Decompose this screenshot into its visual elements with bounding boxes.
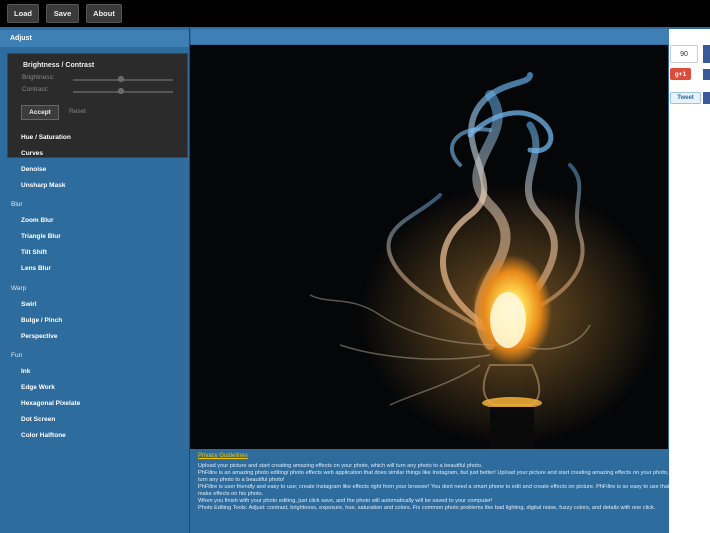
menu-item-denoise[interactable]: Denoise <box>21 166 46 173</box>
category-warp: Warp <box>11 285 27 292</box>
share-column: 90 g+1 Tweet <box>669 29 710 533</box>
menu-item-dot-screen[interactable]: Dot Screen <box>21 416 55 423</box>
menu-item-unsharp-mask[interactable]: Unsharp Mask <box>21 182 65 189</box>
smoke-flame-photo <box>190 45 668 449</box>
brightness-slider-handle[interactable] <box>118 76 124 82</box>
description-paragraph: Photo Editing Tools: Adjust: contrast, b… <box>198 505 656 511</box>
menu-item-hexagonal-pixelate[interactable]: Hexagonal Pixelate <box>21 400 80 407</box>
menu-item-tilt-shift[interactable]: Tilt Shift <box>21 249 47 256</box>
tool-title: Brightness / Contrast <box>23 62 95 69</box>
category-fun: Fun <box>11 352 23 359</box>
facebook-icon[interactable] <box>703 69 710 80</box>
menu-item-edge-work[interactable]: Edge Work <box>21 384 55 391</box>
description-paragraph: PhFiltre is an amazing photo editing/ ph… <box>198 470 694 483</box>
tweet-button[interactable]: Tweet <box>670 92 701 104</box>
about-button[interactable]: About <box>86 4 122 23</box>
canvas-header-strip <box>191 29 669 44</box>
load-button[interactable]: Load <box>7 4 39 23</box>
reset-button[interactable]: Reset <box>69 108 86 115</box>
facebook-icon[interactable] <box>703 92 710 104</box>
privacy-link[interactable]: Privacy Guidelines <box>198 453 702 459</box>
photo-canvas[interactable] <box>190 45 668 449</box>
menu-item-zoom-blur[interactable]: Zoom Blur <box>21 217 54 224</box>
description-paragraph: When you finish with your photo editing,… <box>198 498 493 504</box>
brightness-label: Brightness: <box>22 74 55 81</box>
facebook-icon[interactable] <box>703 45 710 63</box>
menu-item-perspective[interactable]: Perspective <box>21 333 58 340</box>
menu-item-color-halftone[interactable]: Color Halftone <box>21 432 66 439</box>
brightness-contrast-panel: Brightness / Contrast Brightness: Contra… <box>7 53 188 158</box>
description-paragraph: Upload your picture and start creating a… <box>198 463 483 469</box>
contrast-slider-handle[interactable] <box>118 88 124 94</box>
adjust-section-header[interactable]: Adjust <box>0 30 189 47</box>
save-button[interactable]: Save <box>46 4 79 23</box>
menu-item-swirl[interactable]: Swirl <box>21 301 37 308</box>
description-area: Privacy Guidelines Upload your picture a… <box>190 449 710 533</box>
filters-sidebar: Adjust Brightness / Contrast Brightness:… <box>0 27 190 533</box>
description-paragraph: PhFiltre is user friendly and easy to us… <box>198 484 700 497</box>
google-plus-button[interactable]: g+1 <box>670 68 691 80</box>
menu-item-lens-blur[interactable]: Lens Blur <box>21 265 51 272</box>
category-blur: Blur <box>11 201 23 208</box>
menu-item-ink[interactable]: Ink <box>21 368 30 375</box>
menu-item-bulge-pinch[interactable]: Bulge / Pinch <box>21 317 62 324</box>
menu-item-hue-saturation[interactable]: Hue / Saturation <box>21 134 71 141</box>
accept-button[interactable]: Accept <box>21 105 59 120</box>
menu-item-triangle-blur[interactable]: Triangle Blur <box>21 233 61 240</box>
contrast-label: Contrast: <box>22 86 49 93</box>
menu-item-curves[interactable]: Curves <box>21 150 43 157</box>
share-count: 90 <box>670 45 698 63</box>
top-toolbar: Load Save About <box>0 0 710 27</box>
